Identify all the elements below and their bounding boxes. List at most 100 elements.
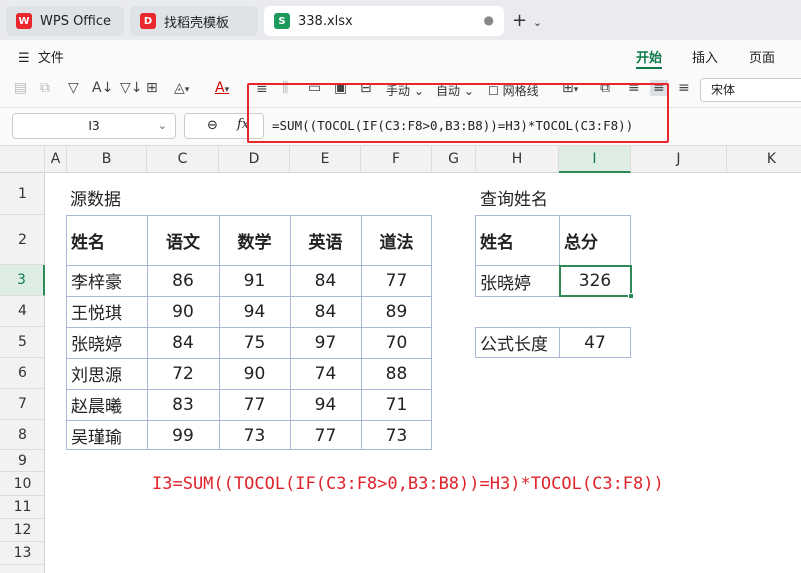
source-data-title: 源数据 xyxy=(70,190,121,210)
row-header-5[interactable]: 5 xyxy=(0,327,45,358)
column-header-h[interactable]: H xyxy=(476,146,559,173)
row-header-1[interactable]: 1 xyxy=(0,173,45,215)
column-header-b[interactable]: B xyxy=(67,146,147,173)
column-header-c[interactable]: C xyxy=(147,146,219,173)
formula-highlight-box xyxy=(247,83,669,143)
row-header-7[interactable]: 7 xyxy=(0,389,45,420)
border-icon[interactable]: ⊞ xyxy=(146,80,158,96)
tab-wps-office[interactable]: W WPS Office xyxy=(6,6,124,36)
row-header-10[interactable]: 10 xyxy=(0,472,45,496)
select-all-corner[interactable] xyxy=(0,146,45,173)
format-painter-icon[interactable]: ▤ xyxy=(14,80,27,96)
score-cell[interactable]: 70 xyxy=(361,327,432,358)
file-menu-label: 文件 xyxy=(37,51,64,66)
score-cell[interactable]: 75 xyxy=(219,327,290,358)
column-header-e[interactable]: E xyxy=(290,146,361,173)
menu-insert[interactable]: 插入 xyxy=(692,47,718,66)
header-chinese[interactable]: 语文 xyxy=(147,215,219,265)
fill-handle[interactable] xyxy=(628,293,634,299)
name-box[interactable]: I3 ⌄ xyxy=(12,113,176,139)
score-cell[interactable]: 94 xyxy=(290,389,361,420)
font-family-select[interactable]: 宋体 xyxy=(700,78,801,102)
student-name-cell[interactable]: 吴瑾瑜 xyxy=(66,420,147,451)
sort-desc-icon[interactable]: ▽↓ xyxy=(120,80,143,96)
number-format-icon[interactable]: ⧉ xyxy=(40,80,50,96)
score-cell[interactable]: 89 xyxy=(361,296,432,327)
column-header-a[interactable]: A xyxy=(45,146,67,173)
row-header-13[interactable]: 13 xyxy=(0,542,45,565)
student-name-cell[interactable]: 赵晨曦 xyxy=(66,389,147,420)
header-morality[interactable]: 道法 xyxy=(361,215,432,265)
score-cell[interactable]: 94 xyxy=(219,296,290,327)
row-header-6[interactable]: 6 xyxy=(0,358,45,389)
query-header-name[interactable]: 姓名 xyxy=(475,215,559,265)
tab-label: 找稻壳模板 xyxy=(164,15,230,31)
formula-length-value[interactable]: 47 xyxy=(559,327,631,358)
score-cell[interactable]: 97 xyxy=(290,327,361,358)
filter-icon[interactable]: ▽ xyxy=(68,80,79,96)
row-header-11[interactable]: 11 xyxy=(0,496,45,519)
fill-color-icon[interactable]: ◬▾ xyxy=(174,80,189,96)
spreadsheet-icon: S xyxy=(274,13,290,29)
score-cell[interactable]: 84 xyxy=(290,265,361,296)
student-name-cell[interactable]: 张晓婷 xyxy=(66,327,147,358)
score-cell[interactable]: 84 xyxy=(290,296,361,327)
header-math[interactable]: 数学 xyxy=(219,215,290,265)
score-cell[interactable]: 84 xyxy=(147,327,219,358)
chevron-down-icon[interactable]: ⌄ xyxy=(158,114,167,138)
score-cell[interactable]: 86 xyxy=(147,265,219,296)
menu-bar: ☰ 文件 开始 插入 页面 xyxy=(0,40,801,70)
score-cell[interactable]: 71 xyxy=(361,389,432,420)
tab-label: WPS Office xyxy=(40,13,112,29)
sort-asc-icon[interactable]: A↓ xyxy=(92,80,113,96)
menu-home[interactable]: 开始 xyxy=(636,47,662,66)
close-icon[interactable]: ● xyxy=(484,13,494,27)
column-header-k[interactable]: K xyxy=(727,146,801,173)
column-header-i[interactable]: I xyxy=(559,146,631,173)
formula-length-label[interactable]: 公式长度 xyxy=(475,327,559,358)
column-headers: A B C D E F G H I J K xyxy=(0,146,801,173)
font-color-icon[interactable]: A▾ xyxy=(215,80,229,96)
column-header-j[interactable]: J xyxy=(631,146,727,173)
score-cell[interactable]: 83 xyxy=(147,389,219,420)
column-header-g[interactable]: G xyxy=(432,146,476,173)
query-title: 查询姓名 xyxy=(480,190,548,210)
query-name-cell[interactable]: 张晓婷 xyxy=(475,265,559,297)
row-header-8[interactable]: 8 xyxy=(0,420,45,450)
menu-page[interactable]: 页面 xyxy=(749,47,775,66)
row-headers: 1 2 3 4 5 6 7 8 9 10 11 12 13 xyxy=(0,173,45,573)
score-cell[interactable]: 72 xyxy=(147,358,219,389)
student-name-cell[interactable]: 刘思源 xyxy=(66,358,147,389)
score-cell[interactable]: 74 xyxy=(290,358,361,389)
column-header-d[interactable]: D xyxy=(219,146,290,173)
row-header-4[interactable]: 4 xyxy=(0,296,45,327)
score-cell[interactable]: 91 xyxy=(219,265,290,296)
score-cell[interactable]: 77 xyxy=(290,420,361,451)
score-cell[interactable]: 90 xyxy=(219,358,290,389)
score-cell[interactable]: 90 xyxy=(147,296,219,327)
score-cell[interactable]: 99 xyxy=(147,420,219,451)
row-header-12[interactable]: 12 xyxy=(0,519,45,542)
file-menu[interactable]: ☰ 文件 xyxy=(18,47,64,66)
row-header-9[interactable]: 9 xyxy=(0,450,45,472)
align-right-icon[interactable]: ≡ xyxy=(678,80,690,96)
score-cell[interactable]: 73 xyxy=(219,420,290,451)
query-header-total[interactable]: 总分 xyxy=(559,215,631,265)
row-header-3[interactable]: 3 xyxy=(0,265,45,296)
column-header-f[interactable]: F xyxy=(361,146,432,173)
score-cell[interactable]: 88 xyxy=(361,358,432,389)
score-cell[interactable]: 73 xyxy=(361,420,432,451)
student-name-cell[interactable]: 李梓豪 xyxy=(66,265,147,296)
add-tab-icon[interactable]: + ⌄ xyxy=(512,10,542,31)
tab-label: 338.xlsx xyxy=(298,13,353,29)
score-cell[interactable]: 77 xyxy=(219,389,290,420)
zoom-icon[interactable]: ⊖ xyxy=(207,118,218,133)
score-cell[interactable]: 77 xyxy=(361,265,432,296)
row-header-2[interactable]: 2 xyxy=(0,215,45,265)
tab-338-xlsx[interactable]: S 338.xlsx ● xyxy=(264,6,504,36)
student-name-cell[interactable]: 王悦琪 xyxy=(66,296,147,327)
tab-docer[interactable]: D 找稻壳模板 xyxy=(130,6,258,36)
header-name[interactable]: 姓名 xyxy=(66,215,147,265)
header-english[interactable]: 英语 xyxy=(290,215,361,265)
cell-reference: I3 xyxy=(88,119,100,133)
